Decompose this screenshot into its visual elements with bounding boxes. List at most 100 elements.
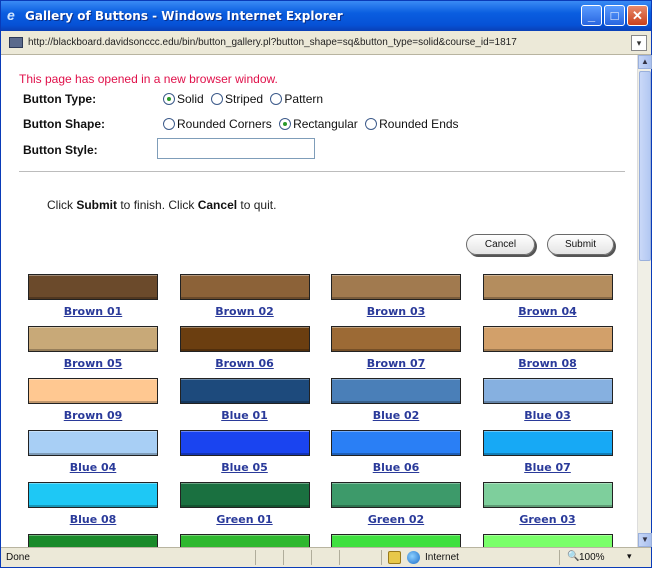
color-swatch[interactable] bbox=[482, 430, 613, 456]
swatch-link[interactable]: Blue 08 bbox=[70, 513, 117, 526]
radio-shape-rectangular[interactable]: Rectangular bbox=[279, 117, 358, 131]
swatch-link[interactable]: Brown 06 bbox=[215, 357, 274, 370]
address-url[interactable]: http://blackboard.davidsonccc.edu/bin/bu… bbox=[28, 37, 517, 48]
chevron-down-icon[interactable]: ▾ bbox=[627, 551, 632, 562]
divider bbox=[19, 171, 625, 172]
gallery-item: Green 01 bbox=[179, 482, 310, 534]
scroll-thumb[interactable] bbox=[639, 71, 651, 261]
button-shape-label: Button Shape: bbox=[23, 117, 105, 131]
color-swatch[interactable] bbox=[28, 326, 158, 352]
swatch-link[interactable]: Brown 03 bbox=[367, 305, 426, 318]
chevron-down-icon[interactable]: ▾ bbox=[631, 35, 647, 51]
color-swatch[interactable] bbox=[179, 378, 310, 404]
color-swatch[interactable] bbox=[28, 378, 158, 404]
color-swatch[interactable] bbox=[179, 482, 310, 508]
status-separator bbox=[255, 550, 256, 565]
gallery-item: Blue 05 bbox=[179, 430, 310, 482]
radio-checked-icon[interactable] bbox=[279, 118, 292, 130]
color-swatch[interactable] bbox=[331, 534, 461, 547]
color-swatch[interactable] bbox=[482, 326, 613, 352]
gallery-item: Blue 06 bbox=[331, 430, 461, 482]
scroll-up-icon[interactable]: ▲ bbox=[638, 55, 652, 69]
gallery-item: Brown 08 bbox=[482, 326, 613, 378]
swatch-link[interactable]: Blue 06 bbox=[373, 461, 420, 474]
swatch-link[interactable]: Blue 01 bbox=[221, 409, 268, 422]
color-swatch[interactable] bbox=[331, 430, 461, 456]
swatch-link[interactable]: Blue 04 bbox=[70, 461, 117, 474]
gallery-item: Blue 04 bbox=[28, 430, 158, 482]
color-swatch[interactable] bbox=[331, 326, 461, 352]
color-swatch[interactable] bbox=[28, 534, 158, 547]
close-button[interactable]: ✕ bbox=[627, 5, 648, 26]
button-style-input[interactable] bbox=[157, 138, 315, 159]
protected-mode-icon[interactable] bbox=[388, 551, 401, 564]
minimize-button[interactable]: _ bbox=[581, 5, 602, 26]
color-swatch[interactable] bbox=[482, 534, 613, 547]
color-swatch[interactable] bbox=[179, 274, 310, 300]
swatch-link[interactable]: Brown 09 bbox=[64, 409, 123, 422]
gallery-item: Blue 01 bbox=[179, 378, 310, 430]
internet-explorer-icon: e bbox=[7, 7, 15, 23]
security-zone[interactable]: Internet bbox=[425, 552, 459, 563]
radio-unchecked-icon[interactable] bbox=[270, 93, 283, 105]
color-swatch[interactable] bbox=[28, 274, 158, 300]
radio-unchecked-icon[interactable] bbox=[163, 118, 175, 130]
submit-button[interactable]: Submit bbox=[547, 234, 614, 255]
swatch-link[interactable]: Blue 03 bbox=[524, 409, 571, 422]
swatch-link[interactable]: Brown 02 bbox=[215, 305, 274, 318]
radio-type-solid[interactable]: Solid bbox=[163, 92, 204, 106]
maximize-button[interactable]: □ bbox=[604, 5, 625, 26]
gallery-item bbox=[482, 534, 613, 547]
color-swatch[interactable] bbox=[331, 274, 461, 300]
gallery-item: Brown 05 bbox=[28, 326, 158, 378]
swatch-link[interactable]: Blue 07 bbox=[524, 461, 571, 474]
radio-type-pattern[interactable]: Pattern bbox=[270, 92, 323, 106]
cancel-button[interactable]: Cancel bbox=[466, 234, 535, 255]
vertical-scrollbar[interactable]: ▲ ▼ bbox=[637, 55, 652, 547]
radio-shape-rounded-ends[interactable]: Rounded Ends bbox=[365, 117, 459, 131]
instruction-part: to finish. Click bbox=[117, 198, 198, 212]
color-swatch[interactable] bbox=[179, 430, 310, 456]
swatch-link[interactable]: Brown 04 bbox=[518, 305, 577, 318]
radio-unchecked-icon[interactable] bbox=[211, 93, 224, 105]
gallery-item bbox=[179, 534, 310, 547]
button-shape-options: Rounded Corners Rectangular Rounded Ends bbox=[163, 117, 463, 131]
color-swatch[interactable] bbox=[179, 534, 310, 547]
status-bar: Done Internet 🔍 100% ▾ bbox=[1, 547, 651, 567]
color-swatch[interactable] bbox=[28, 482, 158, 508]
color-swatch[interactable] bbox=[482, 274, 613, 300]
title-bar[interactable]: e Gallery of Buttons - Windows Internet … bbox=[1, 1, 651, 31]
radio-shape-rounded-corners[interactable]: Rounded Corners bbox=[163, 117, 272, 131]
swatch-link[interactable]: Blue 05 bbox=[221, 461, 268, 474]
magnifier-icon[interactable]: 🔍 bbox=[567, 551, 579, 562]
radio-unchecked-icon[interactable] bbox=[365, 118, 378, 130]
instruction-part: Click bbox=[47, 198, 77, 212]
color-swatch[interactable] bbox=[331, 482, 461, 508]
radio-type-striped[interactable]: Striped bbox=[211, 92, 263, 106]
instruction-part: to quit. bbox=[237, 198, 277, 212]
swatch-link[interactable]: Blue 02 bbox=[373, 409, 420, 422]
swatch-link[interactable]: Green 03 bbox=[519, 513, 575, 526]
color-swatch[interactable] bbox=[179, 326, 310, 352]
swatch-link[interactable]: Green 02 bbox=[368, 513, 424, 526]
gallery-item: Blue 03 bbox=[482, 378, 613, 430]
swatch-link[interactable]: Brown 01 bbox=[64, 305, 123, 318]
radio-checked-icon[interactable] bbox=[163, 93, 175, 105]
color-swatch[interactable] bbox=[482, 378, 613, 404]
status-separator bbox=[311, 550, 312, 565]
color-swatch[interactable] bbox=[482, 482, 613, 508]
new-window-notice: This page has opened in a new browser wi… bbox=[19, 72, 278, 86]
swatch-link[interactable]: Brown 07 bbox=[367, 357, 426, 370]
color-swatch[interactable] bbox=[331, 378, 461, 404]
address-bar[interactable]: http://blackboard.davidsonccc.edu/bin/bu… bbox=[1, 31, 651, 55]
zoom-level[interactable]: 100% bbox=[579, 552, 605, 563]
swatch-link[interactable]: Brown 05 bbox=[64, 357, 123, 370]
swatch-link[interactable]: Green 01 bbox=[216, 513, 272, 526]
gallery-item: Brown 03 bbox=[331, 274, 461, 326]
radio-label: Striped bbox=[225, 92, 264, 106]
scroll-down-icon[interactable]: ▼ bbox=[638, 533, 652, 547]
color-swatch[interactable] bbox=[28, 430, 158, 456]
gallery-item: Brown 02 bbox=[179, 274, 310, 326]
swatch-link[interactable]: Brown 08 bbox=[518, 357, 577, 370]
button-type-options: Solid Striped Pattern bbox=[163, 92, 327, 106]
